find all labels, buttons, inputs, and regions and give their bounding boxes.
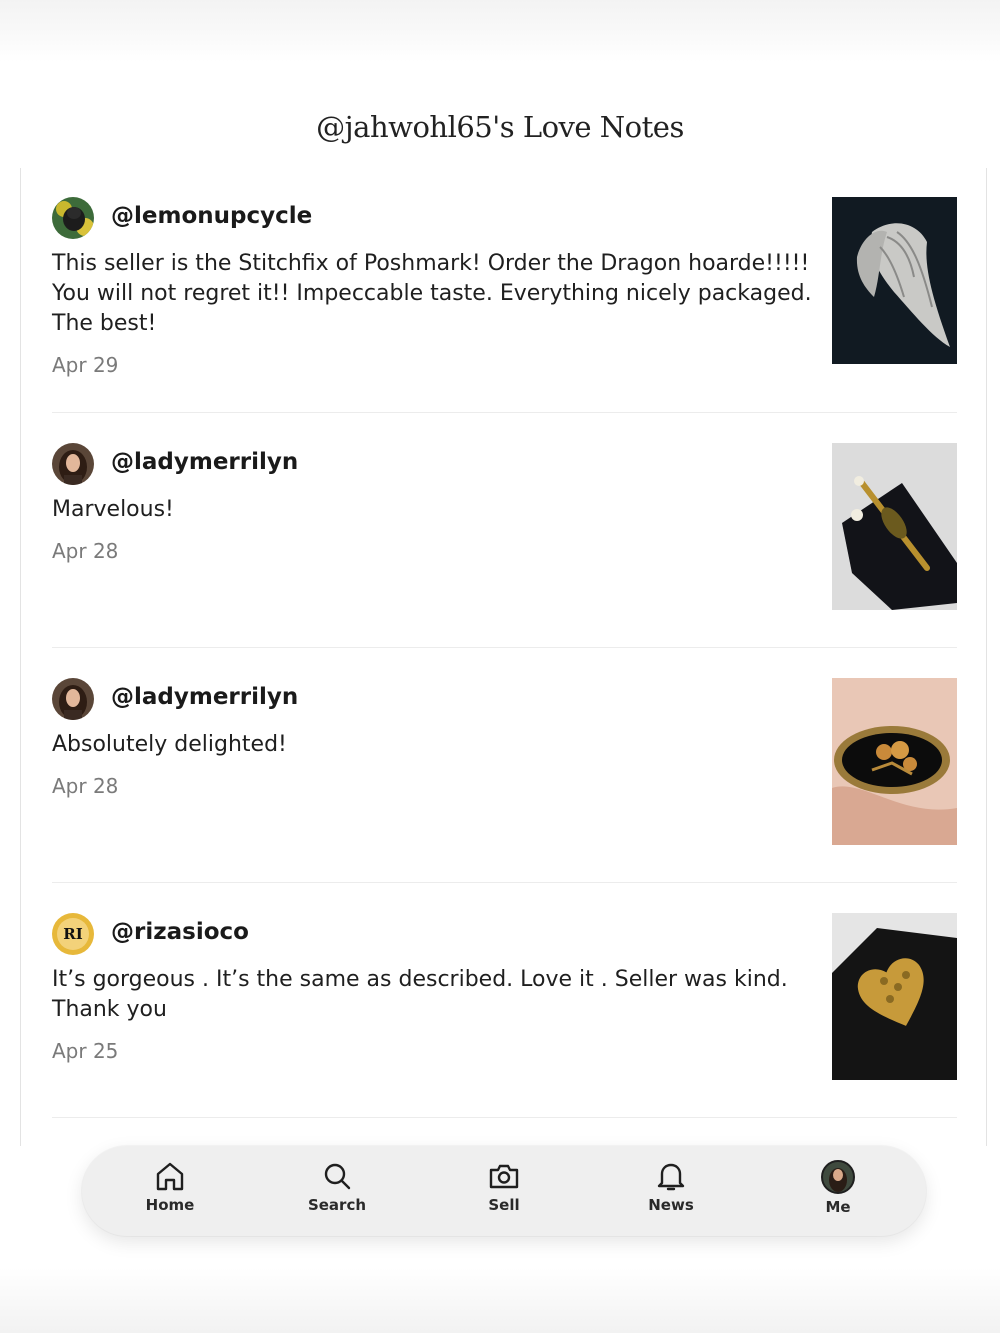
note-date: Apr 25 [52, 1039, 119, 1063]
user-avatar-rizasioco[interactable]: RI [52, 913, 94, 955]
gold-pin-brooch-image-icon [832, 443, 957, 610]
note-date: Apr 29 [52, 353, 119, 377]
listing-thumbnail[interactable] [832, 197, 957, 364]
nav-search-label: Search [307, 1196, 367, 1214]
note-divider [52, 647, 957, 648]
home-icon [156, 1162, 184, 1191]
listing-thumbnail[interactable] [832, 913, 957, 1080]
username-link[interactable]: @rizasioco [111, 919, 249, 945]
username-link[interactable]: @lemonupcycle [111, 203, 312, 229]
nav-news[interactable]: News [616, 1160, 726, 1224]
silver-feather-brooch-image-icon [832, 197, 957, 364]
page-title: @jahwohl65's Love Notes [316, 110, 684, 144]
listing-thumbnail[interactable] [832, 443, 957, 610]
note-divider [52, 1117, 957, 1118]
username-link[interactable]: @ladymerrilyn [111, 684, 298, 710]
user-avatar-ladymerrilyn[interactable] [52, 443, 94, 485]
woman-photo-avatar-icon [52, 443, 94, 485]
username-link[interactable]: @ladymerrilyn [111, 449, 298, 475]
note-text: Marvelous! [52, 497, 174, 522]
note-date: Apr 28 [52, 774, 119, 798]
bottom-nav-bar: Home Search Sell News Me [82, 1146, 926, 1236]
profile-avatar-icon [821, 1160, 855, 1194]
nav-news-label: News [648, 1196, 694, 1214]
camera-icon [489, 1164, 519, 1189]
user-avatar-lemonupcycle[interactable] [52, 197, 94, 239]
note-text: It’s gorgeous . It’s the same as describ… [52, 967, 788, 1022]
nav-sell[interactable]: Sell [449, 1160, 559, 1224]
nav-sell-label: Sell [488, 1196, 520, 1214]
listing-thumbnail[interactable] [832, 678, 957, 845]
nav-home[interactable]: Home [115, 1160, 225, 1224]
search-icon [324, 1163, 351, 1190]
dog-photo-avatar-icon [52, 197, 94, 239]
status-bar-area [0, 0, 1000, 62]
nav-search[interactable]: Search [282, 1160, 392, 1224]
svg-text:RI: RI [63, 925, 82, 943]
nav-me-label: Me [825, 1198, 851, 1216]
bottom-safe-area [0, 1268, 1000, 1333]
nav-me[interactable]: Me [783, 1160, 893, 1224]
note-text: This seller is the Stitchfix of Poshmark… [52, 251, 812, 336]
ri-logo-avatar-icon: RI [52, 913, 94, 955]
user-avatar-ladymerrilyn[interactable] [52, 678, 94, 720]
nav-home-label: Home [145, 1196, 195, 1214]
note-text: Absolutely delighted! [52, 732, 287, 757]
note-divider [52, 412, 957, 413]
content-frame-left [20, 168, 21, 1146]
rose-oval-brooch-image-icon [832, 678, 957, 845]
woman-photo-avatar-icon [52, 678, 94, 720]
note-date: Apr 28 [52, 539, 119, 563]
note-divider [52, 882, 957, 883]
gold-heart-pendant-image-icon [832, 913, 957, 1080]
bell-icon [657, 1163, 685, 1191]
content-frame-right [986, 168, 987, 1146]
